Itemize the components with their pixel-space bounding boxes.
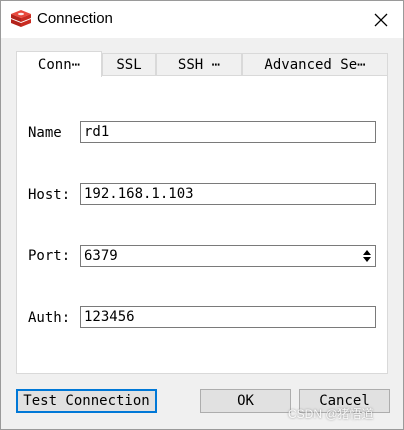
port-value: 6379 bbox=[84, 248, 118, 264]
test-connection-button[interactable]: Test Connection bbox=[16, 389, 157, 413]
connection-settings-panel: Name rd1 Host: 192.168.1.103 Port: 6379 … bbox=[16, 75, 388, 374]
auth-label: Auth: bbox=[28, 310, 71, 326]
chevron-down-icon[interactable] bbox=[363, 257, 371, 262]
tab-advanced-settings[interactable]: Advanced Se⋯ bbox=[242, 53, 388, 75]
connection-dialog: Connection Conn⋯ SSL SSH ⋯ Advanced Se⋯ … bbox=[0, 0, 404, 430]
host-field[interactable]: 192.168.1.103 bbox=[80, 183, 376, 205]
window-title: Connection bbox=[37, 10, 113, 27]
close-icon bbox=[374, 13, 388, 26]
title-bar: Connection bbox=[1, 1, 403, 38]
port-spinbox[interactable]: 6379 bbox=[80, 245, 376, 267]
name-field[interactable]: rd1 bbox=[80, 121, 376, 143]
host-label: Host: bbox=[28, 187, 71, 203]
ok-button[interactable]: OK bbox=[200, 389, 291, 413]
port-stepper[interactable] bbox=[359, 246, 375, 266]
tab-connection[interactable]: Conn⋯ bbox=[16, 51, 102, 77]
name-label: Name bbox=[28, 125, 62, 141]
tab-ssl[interactable]: SSL bbox=[102, 53, 156, 75]
watermark: CSDN @猪悟道 bbox=[288, 407, 374, 421]
chevron-up-icon[interactable] bbox=[363, 250, 371, 255]
close-button[interactable] bbox=[359, 1, 403, 38]
auth-field[interactable]: 123456 bbox=[80, 306, 376, 328]
redis-app-icon bbox=[11, 10, 31, 27]
port-label: Port: bbox=[28, 248, 71, 264]
tab-ssh[interactable]: SSH ⋯ bbox=[156, 53, 242, 75]
